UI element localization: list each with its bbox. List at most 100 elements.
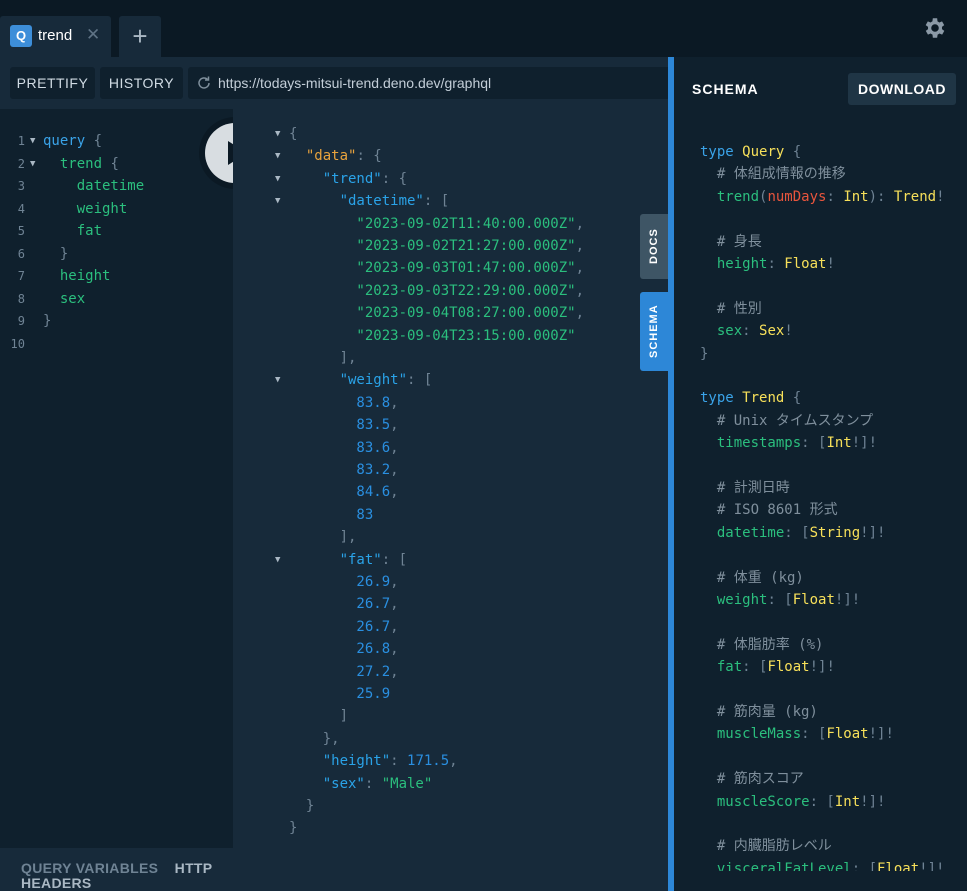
schema.lines.11.parts-token: {: [784, 390, 802, 407]
schema.lines.17.parts-token: datetime: [700, 524, 785, 541]
query.lines.1.parts-token: {: [102, 155, 119, 172]
schema.lines.5.parts-token: !: [826, 256, 835, 272]
result-line-text: 26.7,: [289, 616, 399, 638]
download-button[interactable]: DOWNLOAD: [848, 73, 956, 105]
tab-label: trend: [38, 27, 73, 44]
query-line-text: trend {: [43, 153, 119, 175]
query-line: 6 }: [0, 243, 233, 265]
schema.lines.22.parts-token: # 体脂肪率 (%): [700, 636, 824, 653]
result.lines.13.parts-token: 83.5: [289, 417, 391, 434]
result-line-text: 83.2,: [289, 459, 398, 481]
schema.lines.17.parts-token: !]!: [860, 524, 886, 541]
fold-arrow-icon[interactable]: ▼: [30, 130, 35, 152]
schema.lines.19.parts-token: # 体重 (kg): [700, 569, 804, 586]
endpoint-input[interactable]: https://todays-mitsui-trend.deno.dev/gra…: [188, 67, 668, 99]
reload-icon[interactable]: [196, 75, 212, 91]
line-number: 4: [17, 201, 25, 216]
result.lines.12.parts-token: ,: [390, 394, 399, 411]
schema.lines.17.parts-token: : [: [784, 524, 810, 541]
schema.lines.17.parts-token: String: [809, 524, 861, 541]
schema.lines.2.parts-token: :: [826, 188, 844, 205]
variables-headers-toggle[interactable]: QUERY VARIABLES HTTP HEADERS: [21, 861, 221, 891]
schema.lines.7.parts-token: # 性別: [700, 300, 762, 317]
query-line: 10: [0, 333, 233, 355]
schema-line: fat: [Float!]!: [700, 656, 835, 678]
query-line-text: }: [43, 243, 68, 265]
fold-arrow-icon[interactable]: ▼: [275, 190, 280, 212]
result-line-text: {: [289, 123, 297, 145]
schema.lines.26.parts-token: !]!: [868, 726, 894, 743]
result-line-text: ],: [289, 526, 357, 548]
line-number: 3: [17, 179, 25, 193]
result-line-text: 83.8,: [289, 392, 399, 414]
result.lines.22.parts-token: 26.7: [289, 618, 391, 635]
result-line-text: 83.5,: [289, 414, 398, 436]
gear-icon[interactable]: [922, 15, 948, 41]
history-button[interactable]: HISTORY: [100, 67, 183, 99]
schema-tab-label: SCHEMA: [648, 304, 660, 359]
result.lines.16.parts-token: 84.6: [289, 484, 391, 501]
result-line-text: "2023-09-03T01:47:00.000Z",: [289, 257, 584, 279]
query.lines.2.parts-token: datetime: [43, 178, 145, 194]
fold-arrow-icon[interactable]: ▼: [275, 369, 280, 391]
result-line-text: ],: [289, 347, 357, 369]
schema.lines.8.parts-token: !: [784, 323, 793, 340]
result-line-text: "sex": "Male": [289, 773, 433, 795]
schema.lines.32.parts-token: visceralFatLevel: [700, 860, 852, 871]
result-line-text: "2023-09-02T11:40:00.000Z",: [289, 213, 584, 235]
result.lines.10.parts-token: ],: [289, 350, 357, 366]
result.lines.31.parts-token: }: [289, 820, 298, 837]
add-tab-button[interactable]: +: [119, 16, 161, 57]
schema.lines.29.parts-token: muscleScore: [700, 793, 810, 810]
close-icon[interactable]: ✕: [86, 25, 100, 45]
query-variables-tab[interactable]: QUERY VARIABLES: [21, 860, 158, 876]
result.lines.28.parts-token: 171.5: [407, 753, 450, 770]
schema.lines.32.parts-token: : [: [851, 860, 878, 871]
schema.lines.28.parts-token: # 筋肉スコア: [700, 771, 804, 788]
schema-line: muscleScore: [Int!]!: [700, 791, 886, 813]
schema-line: # 筋肉量 (kg): [700, 701, 818, 723]
tab-bar: Q trend ✕ +: [0, 0, 967, 57]
schema.lines.13.parts-token: timestamps: [700, 435, 802, 452]
schema.lines.13.parts-token: : [: [801, 435, 827, 452]
schema.lines.0.parts-token: {: [784, 144, 802, 160]
result.lines.6.parts-token: "2023-09-03T01:47:00.000Z": [289, 260, 576, 277]
schema.lines.11.parts-token: type: [700, 390, 743, 407]
result.lines.23.parts-token: 26.8: [289, 641, 391, 658]
fold-arrow-icon[interactable]: ▼: [275, 123, 280, 145]
result.lines.11.parts-token: : [: [407, 372, 433, 389]
schema-line: # 体脂肪率 (%): [700, 634, 824, 656]
query-badge-icon: Q: [10, 25, 32, 47]
schema.lines.20.parts-token: : [: [767, 592, 793, 608]
query-editor[interactable]: 1 ▼ query {2 ▼ trend {3 datetime 4 weight 5 f…: [0, 109, 233, 848]
result.lines.29.parts-token: "sex": [289, 775, 365, 792]
result.lines.22.parts-token: ,: [390, 618, 399, 635]
schema.lines.2.parts-token: ):: [868, 188, 894, 205]
schema-line: datetime: [String!]!: [700, 522, 886, 544]
schema-line: muscleMass: [Float!]!: [700, 723, 894, 745]
docs-tab[interactable]: DOCS: [640, 214, 668, 279]
fold-arrow-icon[interactable]: ▼: [275, 549, 280, 571]
schema-line: # Unix タイムスタンプ: [700, 410, 873, 432]
schema-tab[interactable]: SCHEMA: [640, 292, 668, 371]
result-line-text: ]: [289, 705, 348, 727]
schema-line: # 身長: [700, 231, 762, 253]
prettify-button[interactable]: PRETTIFY: [10, 67, 95, 99]
tab-trend[interactable]: Q trend ✕: [0, 16, 111, 57]
result.lines.19.parts-token: : [: [381, 551, 408, 568]
schema.lines.31.parts-token: # 内臓脂肪レベル: [700, 838, 832, 855]
schema.lines.5.parts-token: :: [767, 256, 785, 272]
schema.lines.8.parts-token: :: [742, 323, 760, 340]
line-number: 1: [17, 134, 25, 148]
result-line-text: "fat": [: [289, 549, 407, 571]
schema.lines.23.parts-token: !]!: [809, 659, 835, 676]
schema.lines.29.parts-token: !]!: [860, 793, 886, 810]
fold-arrow-icon[interactable]: ▼: [275, 145, 280, 167]
fold-arrow-icon[interactable]: ▼: [275, 168, 280, 190]
fold-arrow-icon[interactable]: ▼: [30, 153, 35, 175]
result.lines.1.parts-token: : {: [356, 148, 382, 165]
schema-line: type Query {: [700, 141, 801, 163]
result.lines.4.parts-token: "2023-09-02T11:40:00.000Z": [289, 215, 576, 232]
result-line-text: "2023-09-02T21:27:00.000Z",: [289, 235, 584, 257]
schema.lines.13.parts-token: !]!: [851, 435, 878, 452]
